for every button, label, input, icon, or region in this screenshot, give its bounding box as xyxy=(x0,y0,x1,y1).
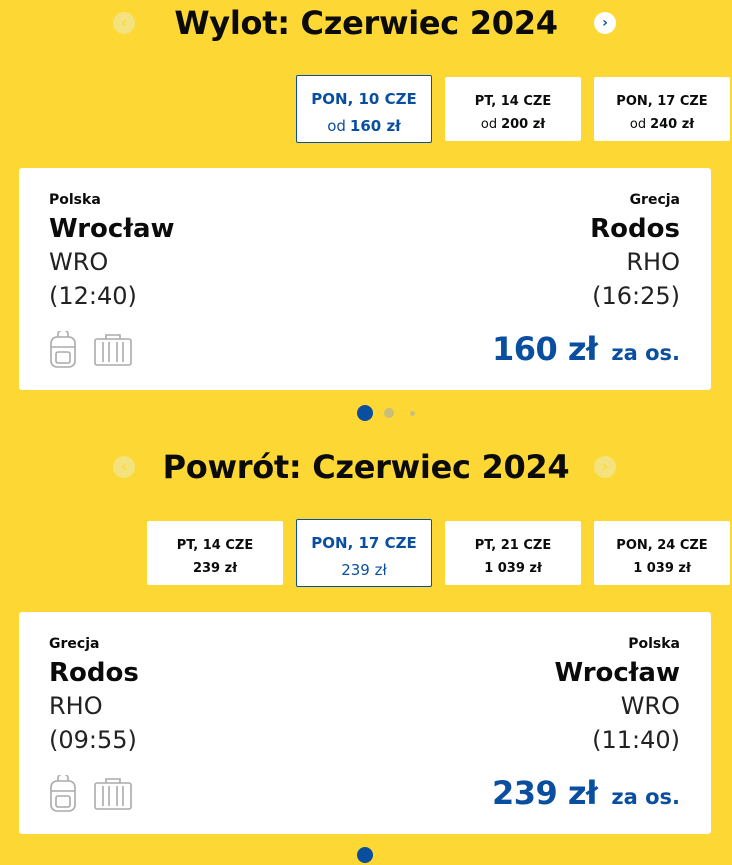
date-price: od 200 zł xyxy=(480,117,546,132)
carousel-indicator xyxy=(0,403,732,423)
inbound-flight-card[interactable]: Grecja Rodos RHO (09:55) Polska Wrocław … xyxy=(19,612,711,834)
departure-city: Rodos xyxy=(49,658,139,688)
carousel-indicator xyxy=(0,845,732,865)
date-label: PON, 17 CZE xyxy=(616,94,708,109)
arrival-info: Grecja Rodos RHO (16:25) xyxy=(590,192,680,310)
arrival-country: Polska xyxy=(628,636,680,652)
inbound-date-selector: PT, 14 CZE 239 zł PON, 17 CZE 239 zł PT,… xyxy=(0,519,732,587)
departure-code: RHO xyxy=(49,692,103,720)
date-price: 1 039 zł xyxy=(633,561,691,576)
date-label: PT, 14 CZE xyxy=(176,538,254,553)
price-amount: 239 zł xyxy=(491,774,598,812)
arrival-info: Polska Wrocław WRO (11:40) xyxy=(554,636,680,754)
inbound-section: ‹ Powrót: Czerwiec 2024 › PT, 14 CZE 239… xyxy=(0,444,732,863)
inbound-header: ‹ Powrót: Czerwiec 2024 › xyxy=(0,444,732,490)
date-label: PT, 21 CZE xyxy=(474,538,552,553)
arrival-country: Grecja xyxy=(629,192,680,208)
suitcase-icon xyxy=(94,778,132,810)
arrival-city: Wrocław xyxy=(554,658,680,688)
date-label: PON, 24 CZE xyxy=(616,538,708,553)
price-amount: 160 zł xyxy=(491,330,598,368)
price-per-person: za os. xyxy=(611,341,680,365)
departure-country: Grecja xyxy=(49,636,100,652)
outbound-date-option[interactable]: PON, 17 CZE od 240 zł xyxy=(594,77,730,141)
carousel-dot-active[interactable] xyxy=(357,405,373,421)
date-label: PON, 10 CZE xyxy=(311,90,417,108)
backpack-icon xyxy=(50,775,76,812)
date-label: PT, 14 CZE xyxy=(474,94,552,109)
inbound-date-option[interactable]: PON, 17 CZE 239 zł xyxy=(296,519,432,587)
inbound-title: Powrót: Czerwiec 2024 xyxy=(162,448,570,486)
inbound-date-option[interactable]: PT, 14 CZE 239 zł xyxy=(147,521,283,585)
outbound-section: ‹ Wylot: Czerwiec 2024 › PON, 10 CZE od 1… xyxy=(0,0,732,421)
departure-info: Polska Wrocław WRO (12:40) xyxy=(49,192,175,310)
flight-price: 239 zł za os. xyxy=(492,774,680,812)
arrival-time: (11:40) xyxy=(592,726,680,754)
chevron-right-icon: › xyxy=(602,15,608,31)
outbound-date-selector: PON, 10 CZE od 160 zł PT, 14 CZE od 200 zł… xyxy=(0,75,732,143)
arrival-time: (16:25) xyxy=(592,282,680,310)
next-month-button[interactable]: › xyxy=(594,456,616,478)
departure-city: Wrocław xyxy=(49,214,175,244)
departure-info: Grecja Rodos RHO (09:55) xyxy=(49,636,139,754)
arrival-code: RHO xyxy=(626,248,680,276)
arrival-code: WRO xyxy=(620,692,680,720)
departure-country: Polska xyxy=(49,192,101,208)
suitcase-icon xyxy=(94,334,132,366)
carousel-dot-active[interactable] xyxy=(357,847,373,863)
date-label: PON, 17 CZE xyxy=(311,534,417,552)
date-price: od 160 zł xyxy=(327,117,401,135)
date-price: 1 039 zł xyxy=(484,561,542,576)
departure-time: (09:55) xyxy=(49,726,137,754)
flight-price: 160 zł za os. xyxy=(492,330,680,368)
next-month-button[interactable]: › xyxy=(594,12,616,34)
outbound-header: ‹ Wylot: Czerwiec 2024 › xyxy=(0,0,732,46)
outbound-date-option[interactable]: PON, 10 CZE od 160 zł xyxy=(296,75,432,143)
chevron-right-icon: › xyxy=(602,459,608,475)
date-price: 239 zł xyxy=(192,561,238,576)
outbound-flight-card[interactable]: Polska Wrocław WRO (12:40) Grecja Rodos … xyxy=(19,168,711,390)
inbound-date-option[interactable]: PON, 24 CZE 1 039 zł xyxy=(594,521,730,585)
departure-time: (12:40) xyxy=(49,282,137,310)
price-per-person: za os. xyxy=(611,785,680,809)
arrival-city: Rodos xyxy=(590,214,680,244)
outbound-title: Wylot: Czerwiec 2024 xyxy=(174,4,558,42)
departure-code: WRO xyxy=(49,248,109,276)
date-price: od 240 zł xyxy=(629,117,695,132)
carousel-dot[interactable] xyxy=(410,411,415,416)
carousel-dot[interactable] xyxy=(384,408,394,418)
backpack-icon xyxy=(50,331,76,368)
inbound-date-option[interactable]: PT, 21 CZE 1 039 zł xyxy=(445,521,581,585)
outbound-date-option[interactable]: PT, 14 CZE od 200 zł xyxy=(445,77,581,141)
date-price: 239 zł xyxy=(341,561,387,579)
